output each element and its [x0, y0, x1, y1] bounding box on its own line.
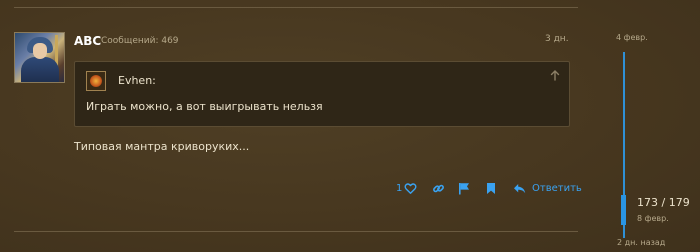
post-divider-top: [14, 7, 578, 8]
avatar-cloak-shape: [21, 57, 59, 82]
timeline-end-date[interactable]: 2 дн. назад: [617, 238, 665, 247]
post-body: Типовая мантра криворуких...: [74, 140, 250, 153]
post-username[interactable]: ABC: [74, 34, 101, 48]
quote-author[interactable]: Evhen:: [118, 74, 156, 87]
post-message-count: Сообщений: 469: [101, 36, 179, 46]
like-count[interactable]: 1: [396, 183, 402, 194]
link-icon[interactable]: [432, 182, 445, 196]
quote-block: Evhen: Играть можно, а вот выигрывать не…: [74, 61, 570, 127]
post-date[interactable]: 3 дн.: [545, 34, 569, 44]
bookmark-icon[interactable]: [486, 182, 496, 196]
quote-avatar-emblem: [90, 75, 102, 87]
reply-button[interactable]: Ответить: [532, 183, 582, 194]
timeline-position-date: 8 февр.: [637, 214, 669, 223]
reply-icon[interactable]: [513, 182, 526, 196]
heart-icon[interactable]: [404, 182, 417, 196]
flag-icon[interactable]: [458, 182, 470, 196]
timeline-position: 173 / 179: [637, 196, 690, 209]
user-avatar[interactable]: [14, 32, 65, 83]
quote-text: Играть можно, а вот выигрывать нельзя: [86, 100, 323, 113]
timeline-start-date[interactable]: 4 февр.: [616, 33, 648, 42]
quote-author-avatar[interactable]: [86, 71, 106, 91]
arrow-up-icon[interactable]: [550, 70, 560, 83]
avatar-face-shape: [33, 43, 47, 59]
topic-page: ABC Сообщений: 469 3 дн. Evhen: Играть м…: [0, 0, 700, 252]
timeline-handle[interactable]: [621, 195, 626, 225]
post-divider-bottom: [14, 231, 578, 232]
